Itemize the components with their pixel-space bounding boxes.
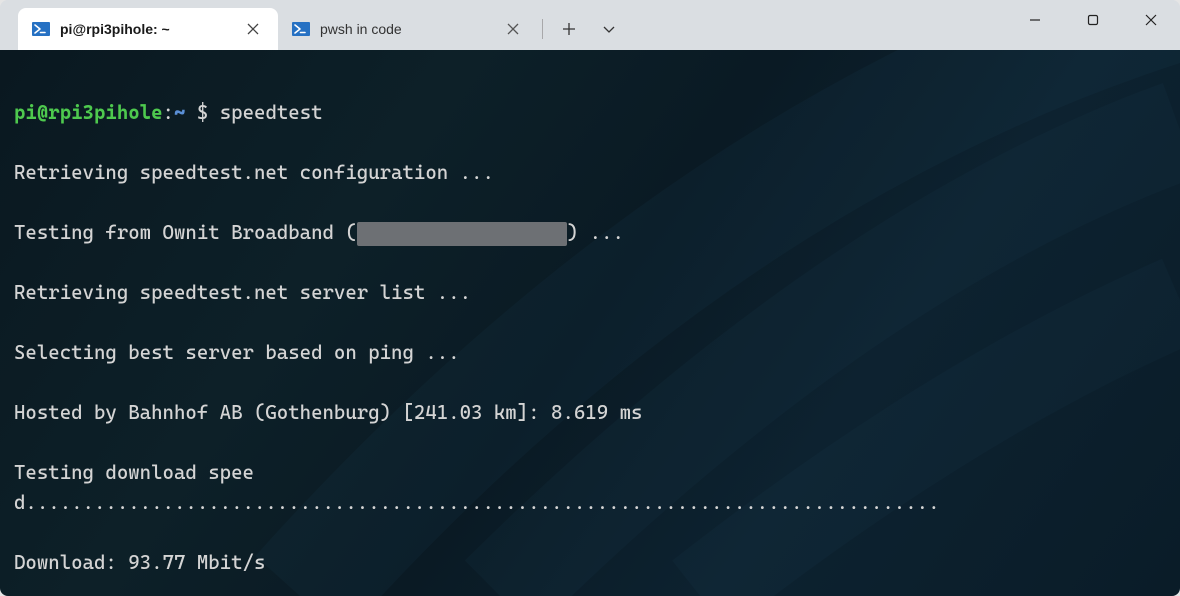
- tab-actions: [547, 8, 627, 50]
- output-line: Retrieving speedtest.net server list ...: [14, 278, 1166, 308]
- output-line: Hosted by Bahnhof AB (Gothenburg) [241.0…: [14, 398, 1166, 428]
- output-line: Selecting best server based on ping ...: [14, 338, 1166, 368]
- output-line: Testing download speed..................…: [14, 458, 1166, 518]
- window-controls: [1006, 0, 1180, 50]
- output-line: Retrieving speedtest.net configuration .…: [14, 158, 1166, 188]
- maximize-button[interactable]: [1064, 0, 1122, 40]
- terminal-output: pi@rpi3pihole:~ $ speedtest Retrieving s…: [0, 50, 1180, 596]
- prompt-userhost: pi@rpi3pihole: [14, 101, 163, 124]
- terminal-window: pi@rpi3pihole: ~ pwsh in code: [0, 0, 1180, 596]
- powershell-icon: [32, 20, 50, 38]
- minimize-button[interactable]: [1006, 0, 1064, 40]
- tab-title: pwsh in code: [320, 21, 492, 37]
- powershell-icon: [292, 20, 310, 38]
- terminal-area[interactable]: pi@rpi3pihole:~ $ speedtest Retrieving s…: [0, 50, 1180, 596]
- divider: [542, 19, 543, 39]
- command-text: speedtest: [220, 101, 323, 124]
- chevron-down-icon[interactable]: [591, 11, 627, 47]
- titlebar: pi@rpi3pihole: ~ pwsh in code: [0, 0, 1180, 50]
- tab-title: pi@rpi3pihole: ~: [60, 21, 232, 37]
- new-tab-button[interactable]: [551, 11, 587, 47]
- output-line: Download: 93.77 Mbit/s: [14, 548, 1166, 578]
- close-icon[interactable]: [502, 18, 524, 40]
- tab-active[interactable]: pi@rpi3pihole: ~: [18, 8, 278, 50]
- close-button[interactable]: [1122, 0, 1180, 40]
- close-icon[interactable]: [242, 18, 264, 40]
- tab-inactive[interactable]: pwsh in code: [278, 8, 538, 50]
- prompt-sigil: $: [197, 101, 208, 124]
- prompt-path: ~: [174, 101, 185, 124]
- redacted-ip: [357, 222, 567, 246]
- output-line: Testing from Ownit Broadband () ...: [14, 218, 1166, 248]
